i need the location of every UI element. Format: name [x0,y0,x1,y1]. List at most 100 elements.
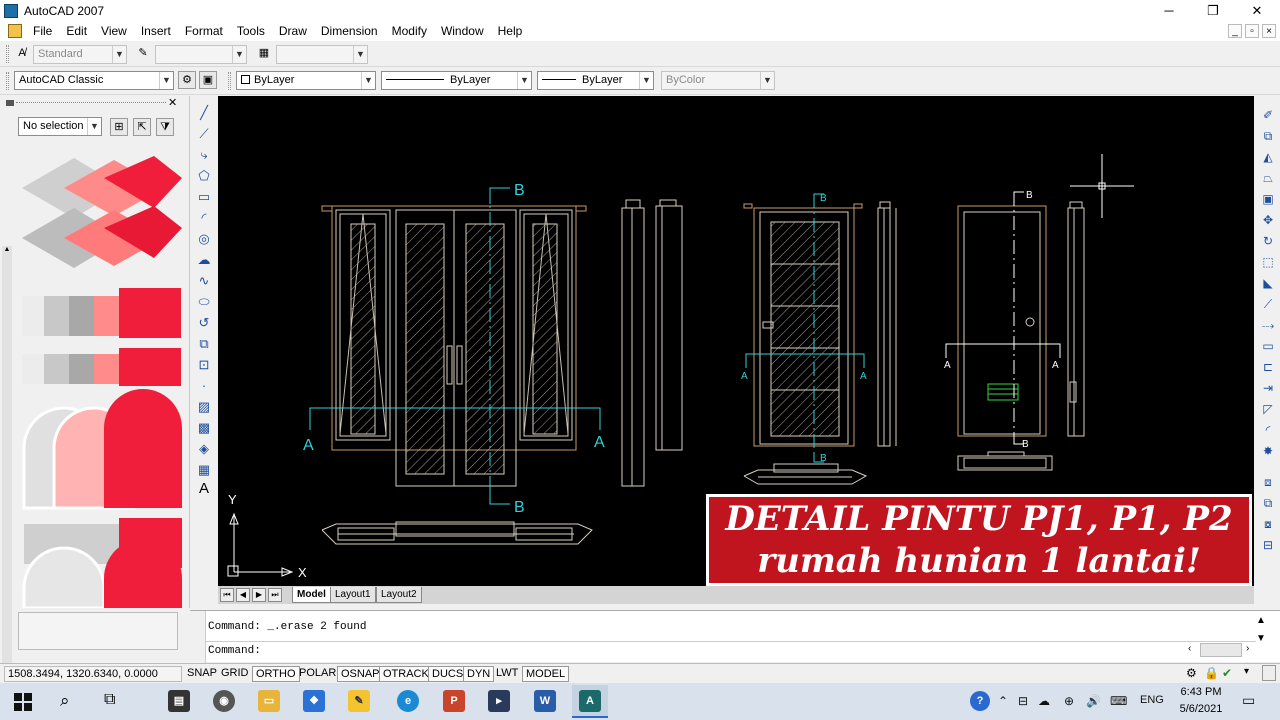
line-icon[interactable]: ╱ [195,104,213,122]
keyboard-icon[interactable]: ⌨ [1110,694,1127,708]
workspace-settings-icon[interactable]: ⚙ [178,71,196,89]
copy-icon[interactable]: ⧉ [1259,127,1277,145]
polyline-icon[interactable]: ⤷ [195,146,213,164]
first-tab-icon[interactable]: ⏮ [220,588,234,602]
hatch-icon[interactable]: ▨ [195,398,213,416]
draworder-icon[interactable]: ⧈ [1259,473,1277,491]
cloud-icon[interactable]: ☁ [1038,694,1050,708]
help-icon[interactable]: ? [970,691,990,711]
explode-icon[interactable]: ✸ [1259,442,1277,460]
close-button[interactable]: ✕ [1234,0,1280,21]
break-icon[interactable]: ⊏ [1259,358,1277,376]
next-tab-icon[interactable]: ▶ [252,588,266,602]
rotate-icon[interactable]: ↻ [1259,232,1277,250]
region-icon[interactable]: ◈ [195,440,213,458]
edge-browser-icon[interactable]: e [397,690,419,712]
polar-toggle[interactable]: POLAR [296,666,339,682]
media-app-icon[interactable]: ▸ [488,690,510,712]
arc-icon[interactable]: ◜ [195,209,213,227]
store-app-icon[interactable]: ▤ [168,690,190,712]
palette-grip[interactable] [16,102,166,103]
palette-scrollbar[interactable]: ▲ ▼ [2,246,12,701]
extend-icon[interactable]: ⤏ [1259,316,1277,334]
autocad-taskbar-button[interactable]: A [572,685,608,718]
ducs-toggle[interactable]: DUCS [428,666,468,682]
text-style-select[interactable]: Standard ▼ [33,45,127,64]
lwt-toggle[interactable]: LWT [493,666,521,682]
volume-icon[interactable]: 🔊 [1086,694,1101,708]
menu-edit[interactable]: Edit [59,21,94,41]
polygon-icon[interactable]: ⬠ [195,167,213,185]
toolbar-grip[interactable] [228,72,231,90]
table-icon[interactable]: ▦ [195,461,213,479]
ortho-toggle[interactable]: ORTHO [252,666,300,682]
usb-icon[interactable]: ⊟ [1018,694,1028,708]
menu-insert[interactable]: Insert [134,21,178,41]
mirror-icon[interactable]: ◭ [1259,148,1277,166]
toolbar-grip[interactable] [6,45,9,63]
make-block-icon[interactable]: ⊡ [195,356,213,374]
draworder-front-icon[interactable]: ⧉ [1259,494,1277,512]
menu-format[interactable]: Format [178,21,230,41]
notifications-icon[interactable]: ▭ [1242,692,1255,709]
toolbar-grip[interactable] [6,72,9,90]
rectangle-icon[interactable]: ▭ [195,188,213,206]
clock-date[interactable]: 5/6/2021 [1176,703,1226,715]
lineweight-control-select[interactable]: ByLayer ▼ [537,71,654,90]
dyn-toggle[interactable]: DYN [463,666,495,682]
array-icon[interactable]: ▣ [1259,190,1277,208]
dropbox-icon[interactable]: ❖ [303,690,325,712]
menu-file[interactable]: File [26,21,59,41]
fillet-icon[interactable]: ◜ [1259,421,1277,439]
table-style-icon[interactable]: ▦ [255,45,273,63]
color-control-select[interactable]: ByLayer ▼ [236,71,376,90]
save-workspace-icon[interactable]: ▣ [199,71,217,89]
join-icon[interactable]: ⇥ [1259,379,1277,397]
clock-time[interactable]: 6:43 PM [1180,686,1222,698]
gradient-icon[interactable]: ▩ [195,419,213,437]
palette-autohide-icon[interactable] [6,100,14,106]
ellipse-arc-icon[interactable]: ↺ [195,314,213,332]
command-hscroll-thumb[interactable] [1200,643,1242,657]
multiline-text-icon[interactable]: A [195,480,213,498]
menu-modify[interactable]: Modify [385,21,434,41]
workspace-select[interactable]: AutoCAD Classic ▼ [14,71,174,90]
table-style-select[interactable]: ▼ [276,45,368,64]
menu-dimension[interactable]: Dimension [314,21,385,41]
circle-icon[interactable]: ◎ [195,230,213,248]
file-explorer-icon[interactable]: ▭ [258,690,280,712]
clean-screen-button[interactable] [1262,665,1276,681]
maximize-button[interactable]: ❐ [1190,0,1236,21]
osnap-toggle[interactable]: OSNAP [337,666,384,682]
stretch-icon[interactable]: ◣ [1259,274,1277,292]
erase-icon[interactable]: ✐ [1259,106,1277,124]
menu-tools[interactable]: Tools [230,21,272,41]
model-toggle[interactable]: MODEL [522,666,570,682]
doc-minimize-button[interactable]: _ [1228,24,1242,38]
lock-icon[interactable]: 🔒 [1204,666,1219,680]
snap-toggle[interactable]: SNAP [184,666,220,682]
windows-start-icon[interactable] [14,693,32,711]
doc-restore-button[interactable]: ▫ [1245,24,1259,38]
break-at-point-icon[interactable]: ▭ [1259,337,1277,355]
bring-above-icon[interactable]: ⊟ [1259,536,1277,554]
revision-cloud-icon[interactable]: ☁ [195,251,213,269]
document-icon[interactable] [8,24,22,38]
text-style-icon[interactable]: A̸ [13,45,31,63]
menu-draw[interactable]: Draw [272,21,314,41]
powerpoint-icon[interactable]: P [443,690,465,712]
tab-layout1[interactable]: Layout1 [330,587,376,603]
point-icon[interactable]: · [195,377,213,395]
scroll-left-icon[interactable]: ‹ [1188,643,1191,654]
menu-help[interactable]: Help [491,21,530,41]
comm-center-icon[interactable]: ⚙ [1186,666,1197,680]
media-player-icon[interactable]: ◉ [213,690,235,712]
chamfer-icon[interactable]: ◸ [1259,400,1277,418]
scroll-down-icon[interactable]: ▼ [1256,633,1266,644]
selection-select[interactable]: No selection ▼ [18,117,102,136]
select-objects-icon[interactable]: ⇱ [133,118,151,136]
scroll-right-icon[interactable]: › [1246,643,1249,654]
command-prompt[interactable]: Command: [208,645,261,657]
last-tab-icon[interactable]: ⏭ [268,588,282,602]
tab-model[interactable]: Model [292,587,331,603]
